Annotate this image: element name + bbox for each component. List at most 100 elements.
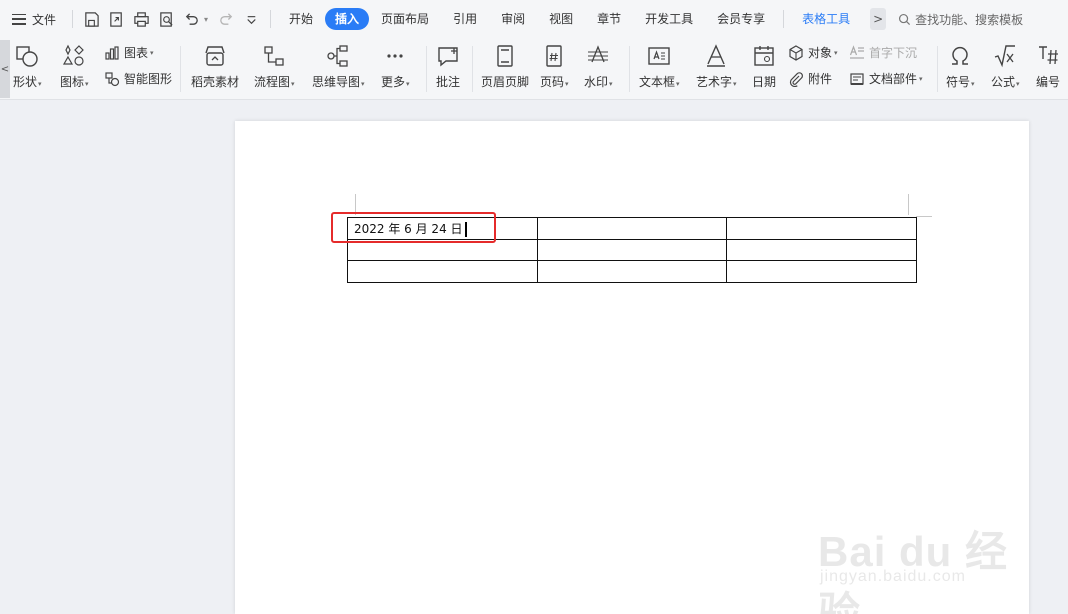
ribbon-scroll-left-button[interactable]: < bbox=[0, 40, 10, 98]
tab-page-layout[interactable]: 页面布局 bbox=[369, 8, 441, 30]
tab-sections[interactable]: 章节 bbox=[585, 8, 633, 30]
watermark-label: 水印 bbox=[584, 75, 609, 89]
tab-home[interactable]: 开始 bbox=[277, 8, 325, 30]
table-cell[interactable] bbox=[726, 260, 917, 283]
dropdown-icon: ▾ bbox=[406, 80, 410, 88]
document-parts-icon bbox=[850, 72, 864, 85]
print-button[interactable] bbox=[129, 6, 154, 32]
dropdown-icon: ▾ bbox=[85, 80, 89, 88]
drop-cap-button[interactable]: 首字下沉 bbox=[849, 44, 917, 61]
file-menu-button[interactable]: 文件 bbox=[0, 0, 66, 38]
watermark-icon bbox=[588, 45, 609, 63]
tab-view[interactable]: 视图 bbox=[537, 8, 585, 30]
annotation-highlight-box bbox=[331, 212, 496, 243]
more-button[interactable]: 更多▾ bbox=[381, 42, 410, 90]
divider bbox=[472, 46, 473, 92]
smart-graphic-button[interactable]: 智能图形 bbox=[104, 70, 172, 87]
attachment-button[interactable]: 附件 bbox=[788, 70, 832, 87]
tab-developer[interactable]: 开发工具 bbox=[633, 8, 705, 30]
date-button[interactable]: 日期 bbox=[752, 42, 776, 90]
table-cell[interactable] bbox=[537, 238, 727, 261]
export-icon bbox=[110, 11, 122, 27]
page-number-icon bbox=[546, 45, 562, 67]
symbol-label: 符号 bbox=[946, 75, 971, 89]
table-cell[interactable] bbox=[726, 217, 917, 240]
crop-mark bbox=[916, 216, 932, 217]
ribbon-tabs: 开始 插入 页面布局 引用 审阅 视图 章节 开发工具 会员专享 表格工具 bbox=[277, 0, 862, 38]
printer-icon bbox=[134, 11, 149, 27]
customize-toolbar-button[interactable] bbox=[239, 6, 264, 32]
dropdown-icon: ▾ bbox=[565, 80, 569, 88]
redo-button[interactable] bbox=[214, 6, 239, 32]
tab-table-tools[interactable]: 表格工具 bbox=[790, 8, 862, 30]
object-icon bbox=[789, 44, 803, 61]
tab-membership[interactable]: 会员专享 bbox=[705, 8, 777, 30]
object-button[interactable]: 对象 ▾ bbox=[788, 44, 838, 61]
chart-button[interactable]: 图表 ▾ bbox=[104, 44, 154, 61]
export-pdf-button[interactable] bbox=[104, 6, 129, 32]
search-placeholder: 查找功能、搜索模板 bbox=[915, 12, 1024, 27]
watermark-button[interactable]: 水印▾ bbox=[584, 42, 613, 90]
material-store-icon bbox=[205, 46, 225, 66]
wordart-label: 艺术字 bbox=[696, 75, 733, 89]
header-footer-icon bbox=[497, 45, 513, 67]
divider bbox=[783, 10, 785, 28]
chevron-down-icon bbox=[247, 15, 256, 24]
textbox-button[interactable]: 文本框▾ bbox=[639, 42, 680, 90]
page-number-label: 页码 bbox=[540, 75, 565, 89]
table-row bbox=[347, 260, 917, 283]
textbox-icon bbox=[648, 47, 670, 65]
icon-button[interactable]: 图标▾ bbox=[60, 42, 89, 90]
formula-button[interactable]: 公式▾ bbox=[991, 42, 1020, 90]
document-parts-button[interactable]: 文档部件 ▾ bbox=[849, 70, 923, 87]
wordart-icon bbox=[707, 44, 726, 67]
mindmap-button[interactable]: 思维导图▾ bbox=[312, 42, 365, 90]
smart-graphic-icon bbox=[105, 71, 120, 86]
divider bbox=[270, 10, 272, 28]
dropdown-icon: ▾ bbox=[150, 48, 154, 57]
divider bbox=[937, 46, 938, 92]
tab-review[interactable]: 审阅 bbox=[489, 8, 537, 30]
flowchart-button[interactable]: 流程图▾ bbox=[254, 42, 295, 90]
object-label: 对象 bbox=[808, 46, 833, 60]
search-box[interactable]: 查找功能、搜索模板 bbox=[898, 11, 1023, 28]
page-number-button[interactable]: 页码▾ bbox=[540, 42, 569, 90]
header-footer-button[interactable]: 页眉页脚 bbox=[481, 42, 529, 90]
dropdown-icon: ▾ bbox=[971, 80, 975, 88]
textbox-label: 文本框 bbox=[639, 75, 676, 89]
numbering-button[interactable]: 编号 bbox=[1036, 42, 1060, 90]
header-footer-label: 页眉页脚 bbox=[481, 75, 530, 89]
dropdown-icon: ▾ bbox=[676, 80, 680, 88]
divider bbox=[180, 46, 181, 92]
calendar-icon bbox=[754, 46, 774, 66]
table-cell[interactable] bbox=[537, 217, 727, 240]
undo-dropdown-icon[interactable]: ▾ bbox=[204, 15, 214, 24]
bar-chart-icon bbox=[105, 45, 119, 60]
rice-material-button[interactable]: 稻壳素材 bbox=[191, 42, 239, 90]
mindmap-label: 思维导图 bbox=[312, 75, 361, 89]
search-icon bbox=[899, 13, 911, 25]
print-preview-button[interactable] bbox=[154, 6, 179, 32]
table-cell[interactable] bbox=[726, 238, 917, 261]
redo-icon bbox=[220, 12, 233, 25]
dropdown-icon: ▾ bbox=[609, 80, 613, 88]
wordart-button[interactable]: 艺术字▾ bbox=[696, 42, 737, 90]
more-tabs-button[interactable]: > bbox=[870, 8, 887, 30]
table-cell[interactable] bbox=[537, 260, 727, 283]
icon-label: 图标 bbox=[60, 75, 85, 89]
chevron-left-icon: < bbox=[0, 63, 10, 75]
comment-button[interactable]: 批注 bbox=[436, 42, 460, 90]
table-cell[interactable] bbox=[347, 260, 538, 283]
dropdown-icon: ▾ bbox=[834, 48, 838, 57]
tab-insert[interactable]: 插入 bbox=[325, 8, 370, 30]
shape-icon bbox=[16, 46, 38, 67]
symbol-button[interactable]: 符号▾ bbox=[946, 42, 975, 90]
shape-button[interactable]: 形状▾ bbox=[13, 42, 42, 90]
hamburger-icon bbox=[12, 13, 26, 25]
menu-bar: 文件 ▾ 开始 插入 页面布局 引用 审阅 视图 章节 开发工具 会员专享 表格… bbox=[0, 0, 1068, 38]
save-button[interactable] bbox=[79, 6, 104, 32]
undo-button[interactable] bbox=[179, 6, 204, 32]
drop-cap-icon bbox=[849, 44, 864, 59]
dropdown-icon: ▾ bbox=[919, 74, 923, 83]
tab-references[interactable]: 引用 bbox=[441, 8, 489, 30]
